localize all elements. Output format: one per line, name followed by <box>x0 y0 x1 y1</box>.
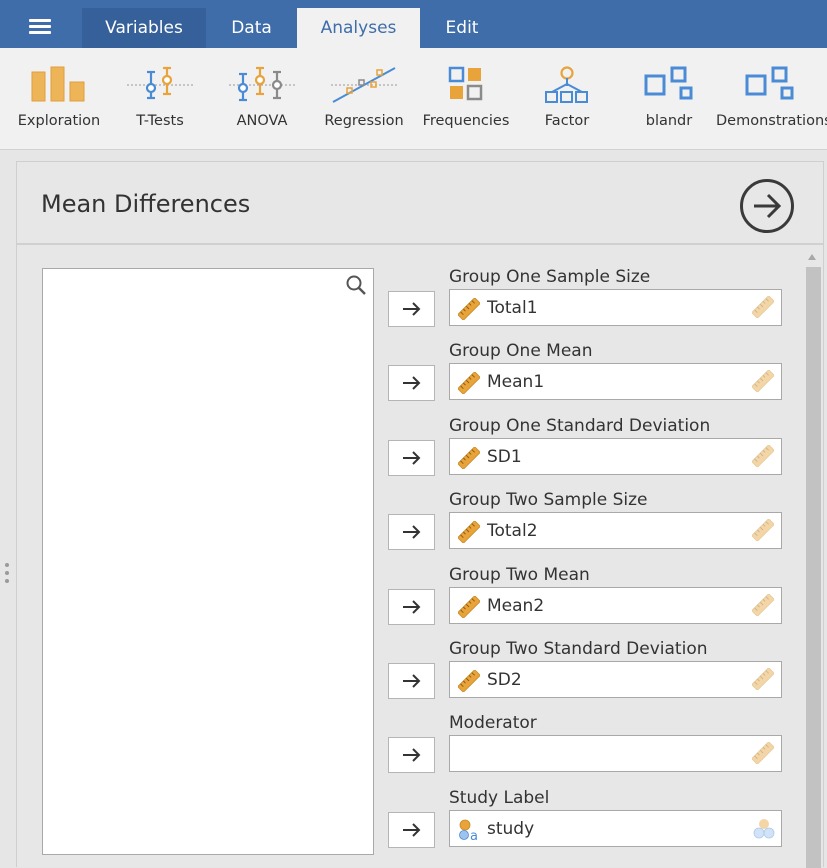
variable-target-box[interactable]: a study <box>449 809 782 847</box>
frequencies-label: Frequencies <box>422 113 510 129</box>
variable-target-box[interactable]: SD2 <box>449 661 782 698</box>
continuous-type-icon <box>751 295 776 320</box>
arrow-right-icon <box>403 525 421 539</box>
continuous-variable-icon <box>457 595 481 618</box>
regression-label: Regression <box>324 113 404 129</box>
field-label: Study Label <box>449 787 550 808</box>
panel-title: Mean Differences <box>41 190 251 218</box>
anova-icon <box>229 66 295 102</box>
variable-target-box[interactable]: Mean1 <box>449 363 782 401</box>
continuous-type-icon <box>751 518 776 543</box>
exploration-icon <box>31 66 85 102</box>
move-variable-button[interactable] <box>388 365 435 402</box>
factor-icon <box>545 66 588 103</box>
variable-target-box[interactable]: Mean2 <box>449 586 782 624</box>
field-label: Group Two Mean <box>449 564 590 585</box>
top-tab-bar: Variables Data Analyses Edit <box>0 0 827 48</box>
frequencies-button[interactable]: Frequencies <box>417 48 515 149</box>
continuous-variable-icon <box>457 520 481 544</box>
title-divider <box>17 243 823 245</box>
variable-name: Total1 <box>487 298 538 318</box>
blandr-label: blandr <box>645 113 693 129</box>
blandr-button[interactable]: blandr <box>622 48 716 149</box>
continuous-variable-icon <box>457 297 481 321</box>
module-icon <box>644 66 693 100</box>
tab-variables[interactable]: Variables <box>82 8 206 48</box>
exploration-label: Exploration <box>17 113 101 129</box>
continuous-type-icon <box>751 742 776 766</box>
factor-button[interactable]: Factor <box>520 48 614 149</box>
arrow-right-icon <box>403 451 421 465</box>
continuous-type-icon <box>751 444 776 469</box>
arrow-right-icon <box>403 302 421 316</box>
nominal-type-icon <box>752 817 776 841</box>
search-icon[interactable] <box>345 274 367 296</box>
variable-target-box[interactable]: Total1 <box>449 289 782 326</box>
t-tests-label: T-Tests <box>136 113 184 129</box>
continuous-variable-icon <box>457 669 481 693</box>
variable-target-box[interactable]: SD1 <box>449 437 782 475</box>
scrollbar[interactable] <box>804 250 821 868</box>
continuous-type-icon <box>751 370 776 394</box>
anova-label: ANOVA <box>236 113 288 129</box>
factor-label: Factor <box>544 113 590 129</box>
arrow-right-icon <box>403 823 421 837</box>
tab-analyses[interactable]: Analyses <box>297 8 420 48</box>
continuous-type-icon <box>751 593 776 618</box>
anova-button[interactable]: ANOVA <box>212 48 312 149</box>
field-label: Moderator <box>449 713 537 734</box>
hamburger-menu-icon[interactable] <box>29 19 51 34</box>
move-variable-button[interactable] <box>388 663 435 699</box>
move-variable-button[interactable] <box>388 811 435 848</box>
tab-data[interactable]: Data <box>206 8 297 48</box>
analysis-options-panel: Mean Differences Group One Sample Size To… <box>16 161 824 868</box>
t-tests-icon <box>127 66 193 100</box>
variable-target-box[interactable] <box>449 735 782 773</box>
move-variable-button[interactable] <box>388 291 435 327</box>
arrow-right-icon <box>403 674 421 688</box>
move-variable-button[interactable] <box>388 439 435 476</box>
regression-icon <box>331 67 397 103</box>
demonstrations-label: Demonstrations <box>716 113 827 129</box>
field-label: Group One Standard Deviation <box>449 415 711 436</box>
t-tests-button[interactable]: T-Tests <box>112 48 208 149</box>
variable-name: Mean2 <box>487 595 545 616</box>
continuous-variable-icon <box>457 446 481 470</box>
arrow-right-icon <box>403 599 421 614</box>
available-variables-list[interactable] <box>42 268 374 855</box>
regression-button[interactable]: Regression <box>316 48 412 149</box>
svg-text:a: a <box>470 829 478 841</box>
arrow-circle-right-icon[interactable] <box>739 178 795 234</box>
variable-target-box[interactable]: Total2 <box>449 512 782 550</box>
demonstrations-button[interactable]: Demonstrations <box>716 48 827 149</box>
field-label: Group Two Sample Size <box>449 490 648 511</box>
scroll-up-arrow-icon[interactable] <box>808 254 816 260</box>
field-label: Group One Sample Size <box>449 267 651 287</box>
variable-name: Mean1 <box>487 372 545 393</box>
frequencies-icon <box>448 66 483 101</box>
variable-name: SD1 <box>487 446 522 467</box>
continuous-variable-icon <box>457 372 481 395</box>
exploration-button[interactable]: Exploration <box>8 48 110 149</box>
module-icon <box>745 66 794 100</box>
tab-edit[interactable]: Edit <box>420 8 504 48</box>
variable-name: SD2 <box>487 670 522 690</box>
variable-name: Total2 <box>487 521 538 542</box>
move-variable-button[interactable] <box>388 514 435 551</box>
variable-name: study <box>487 818 535 839</box>
analyses-ribbon: Exploration T-Tests ANOVA Regression Fre… <box>0 48 827 150</box>
arrow-right-icon <box>403 748 421 763</box>
arrow-right-icon <box>403 376 421 391</box>
move-variable-button[interactable] <box>388 737 435 774</box>
continuous-type-icon <box>751 667 776 692</box>
move-variable-button[interactable] <box>388 588 435 625</box>
field-label: Group Two Standard Deviation <box>449 639 708 659</box>
nominal-text-variable-icon: a <box>458 819 480 844</box>
field-label: Group One Mean <box>449 341 593 362</box>
scrollbar-thumb[interactable] <box>806 267 821 868</box>
panel-resize-handle[interactable] <box>5 563 10 585</box>
